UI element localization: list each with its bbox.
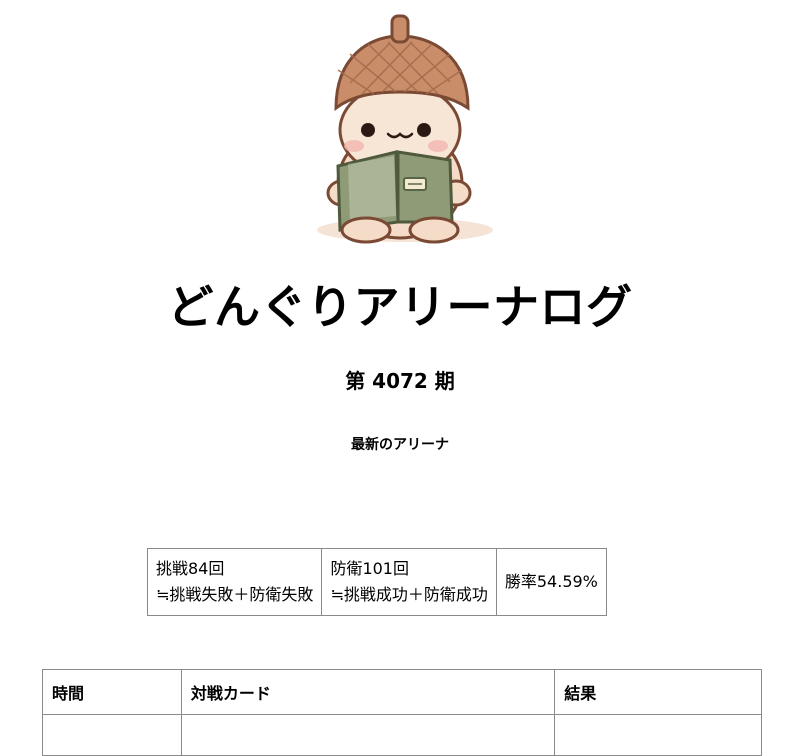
win-rate-cell: 勝率54.59% [495, 548, 607, 616]
defense-count: 防衛101回 [330, 559, 409, 578]
stats-table: 挑戦84回 ≒挑戦失敗＋防衛失敗 防衛101回 ≒挑戦成功＋防衛成功 勝率54.… [146, 548, 607, 616]
table-cell [180, 714, 556, 756]
column-header-match: 対戦カード [180, 669, 556, 715]
stats-row: 挑戦84回 ≒挑戦失敗＋防衛失敗 防衛101回 ≒挑戦成功＋防衛成功 勝率54.… [146, 548, 607, 616]
page-title: どんぐりアリーナログ [167, 280, 633, 334]
challenge-count: 挑戦84回 [156, 559, 225, 578]
latest-arena-link-container: 最新のアリーナ [0, 434, 800, 456]
acorn-mascot-svg [317, 14, 493, 244]
acorn-mascot-icon [300, 8, 500, 248]
column-header-time: 時間 [42, 669, 182, 715]
table-row [42, 714, 762, 756]
latest-arena-link[interactable]: 最新のアリーナ [351, 437, 449, 453]
challenge-cell: 挑戦84回 ≒挑戦失敗＋防衛失敗 [146, 548, 323, 616]
table-cell [554, 714, 762, 756]
defense-note: ≒挑戦成功＋防衛成功 [330, 585, 488, 604]
defense-cell: 防衛101回 ≒挑戦成功＋防衛成功 [321, 548, 497, 616]
log-table-header-row: 時間 対戦カード 結果 [42, 669, 762, 715]
column-header-result: 結果 [554, 669, 762, 715]
table-cell [42, 714, 182, 756]
challenge-note: ≒挑戦失敗＋防衛失敗 [156, 585, 314, 604]
log-table: 時間 対戦カード 結果 [42, 669, 762, 756]
period-heading: 第 4072 期 [345, 369, 455, 393]
